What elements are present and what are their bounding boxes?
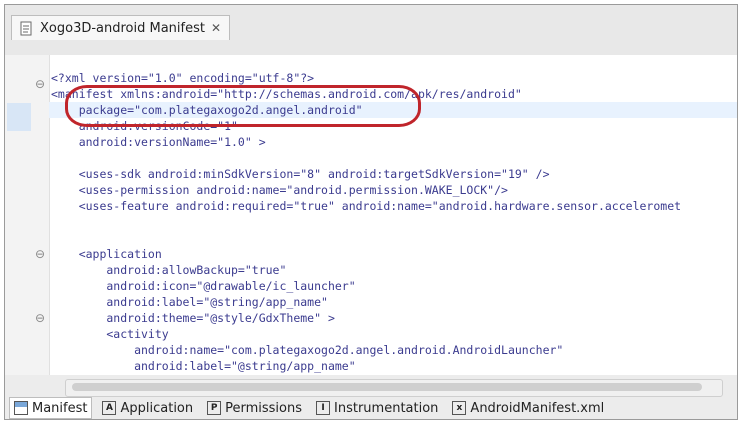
application-icon: A <box>102 401 117 415</box>
code-line: <?xml version="1.0" encoding="utf-8"?> <box>51 71 315 85</box>
code-line: <uses-sdk android:minSdkVersion="8" andr… <box>51 167 550 181</box>
code-line: <manifest xmlns:android="http://schemas.… <box>51 87 522 101</box>
bottom-tab-label: AndroidManifest.xml <box>470 400 605 416</box>
instrumentation-icon: I <box>316 401 331 415</box>
fold-icon[interactable]: ⊖ <box>35 310 45 326</box>
scroll-thumb[interactable] <box>72 383 702 391</box>
permissions-icon: P <box>207 401 222 415</box>
bottom-tab-permissions[interactable]: P Permissions <box>203 398 306 418</box>
editor-tab-bar: Xogo3D-android Manifest ✕ <box>5 5 737 56</box>
xml-icon: x <box>452 401 467 415</box>
editor-window: Xogo3D-android Manifest ✕ ⊖ ⊖ ⊖ <?xml ve… <box>4 4 738 420</box>
bottom-tab-label: Permissions <box>225 400 303 416</box>
close-icon[interactable]: ✕ <box>211 21 221 35</box>
bottom-tab-bar: Manifest A Application P Permissions I Instrum… <box>9 397 608 419</box>
code-lines: <?xml version="1.0" encoding="utf-8"?> <m… <box>51 70 737 375</box>
code-line: android:versionName="1.0" > <box>51 135 266 149</box>
selected-line-marker <box>7 103 31 131</box>
bottom-tab-instrumentation[interactable]: I Instrumentation <box>312 398 442 418</box>
code-line: android:versionCode="1" <box>51 119 238 133</box>
manifest-icon <box>14 401 28 415</box>
bottom-tab-application[interactable]: A Application <box>98 398 197 418</box>
document-icon <box>20 21 32 35</box>
bottom-tab-label: Instrumentation <box>334 400 439 416</box>
fold-icon[interactable]: ⊖ <box>35 246 45 262</box>
code-line: <application <box>51 247 162 261</box>
code-line: android:label="@string/app_name" <box>51 359 356 373</box>
code-line: <activity <box>51 327 169 341</box>
bottom-tab-androidmanifest-xml[interactable]: x AndroidManifest.xml <box>448 398 608 418</box>
editor-ruler: ⊖ ⊖ ⊖ <box>5 55 50 375</box>
bottom-tab-manifest[interactable]: Manifest <box>9 397 93 419</box>
tab-manifest[interactable]: Xogo3D-android Manifest ✕ <box>11 15 231 40</box>
code-line: <uses-feature android:required="true" an… <box>51 199 682 213</box>
code-editor[interactable]: ⊖ ⊖ ⊖ <?xml version="1.0" encoding="utf-… <box>5 55 737 375</box>
fold-icon[interactable]: ⊖ <box>35 76 45 92</box>
code-line: android:icon="@drawable/ic_launcher" <box>51 279 356 293</box>
code-line: android:allowBackup="true" <box>51 263 287 277</box>
bottom-tab-label: Manifest <box>32 400 88 416</box>
tab-title: Xogo3D-android Manifest <box>40 20 205 36</box>
code-line: package="com.plategaxogo2d.angel.android… <box>51 103 363 117</box>
horizontal-scrollbar[interactable] <box>65 379 723 397</box>
code-line: android:screenOrientation="landscape" <box>51 374 737 375</box>
code-line: android:name="com.plategaxogo2d.angel.an… <box>51 343 564 357</box>
code-line: <uses-permission android:name="android.p… <box>51 183 508 197</box>
code-line: android:theme="@style/GdxTheme" > <box>51 311 335 325</box>
bottom-tab-label: Application <box>120 400 194 416</box>
code-line: android:label="@string/app_name" <box>51 295 328 309</box>
